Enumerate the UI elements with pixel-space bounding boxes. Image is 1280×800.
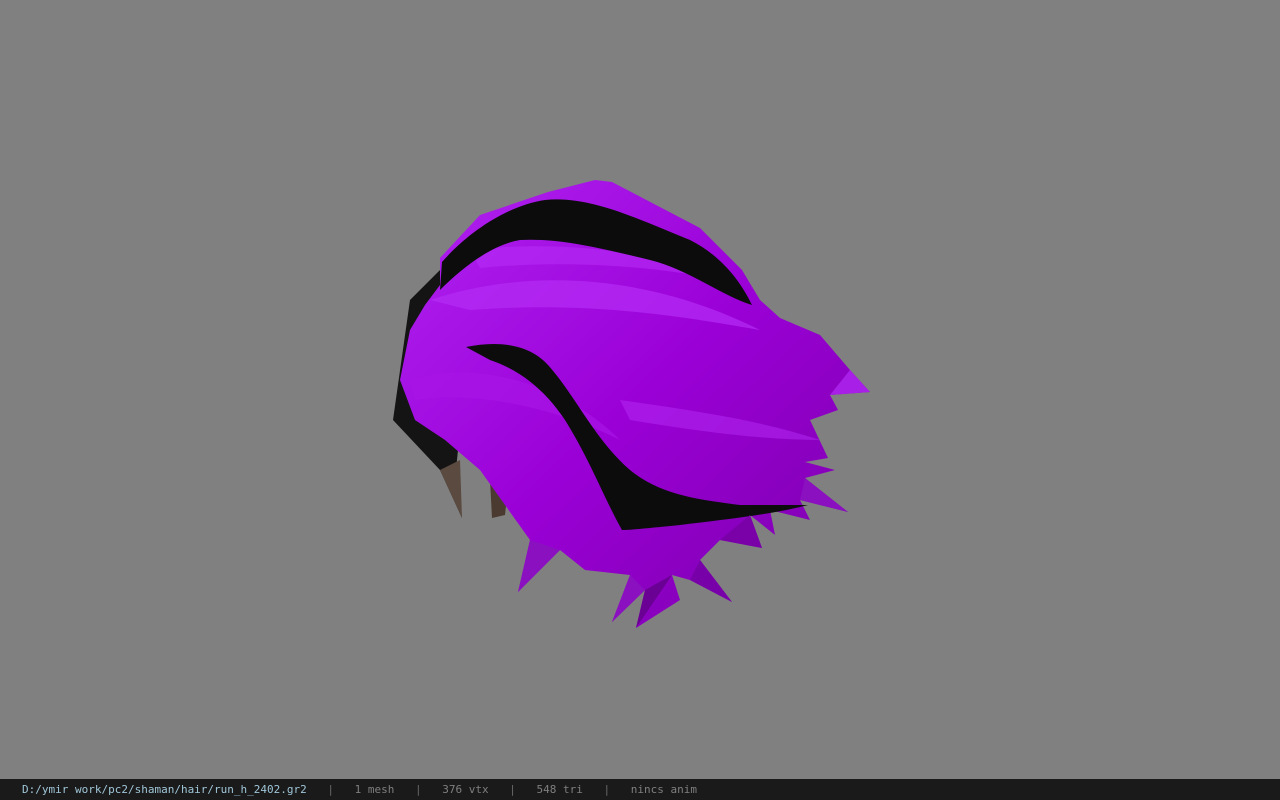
- animation-status: nincs anim: [630, 783, 697, 796]
- separator: |: [603, 783, 611, 796]
- status-bar: D:/ymir work/pc2/shaman/hair/run_h_2402.…: [0, 779, 1280, 800]
- vertex-count: 376 vtx: [442, 783, 489, 796]
- 3d-viewport[interactable]: [0, 0, 1280, 779]
- hair-model-render: [393, 180, 870, 628]
- mesh-count: 1 mesh: [354, 783, 395, 796]
- file-path: D:/ymir work/pc2/shaman/hair/run_h_2402.…: [22, 783, 307, 796]
- separator: |: [327, 783, 335, 796]
- separator: |: [415, 783, 422, 796]
- triangle-count: 548 tri: [536, 783, 583, 796]
- separator: |: [509, 783, 516, 796]
